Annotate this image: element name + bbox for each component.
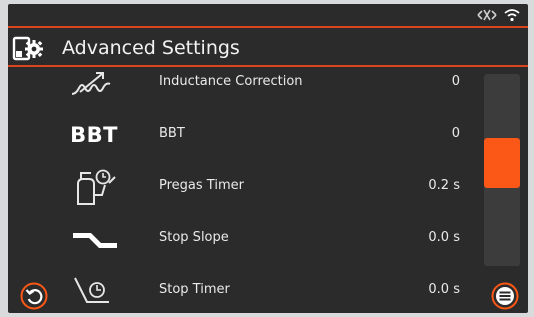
setting-label: Stop Timer <box>159 282 230 297</box>
bbt-icon-text: BBT <box>70 123 118 147</box>
stop-slope-icon <box>64 213 124 265</box>
menu-button[interactable] <box>491 282 519 310</box>
setting-label: Pregas Timer <box>159 178 244 193</box>
back-button[interactable] <box>20 282 48 310</box>
setting-row-stop-slope[interactable]: Stop Slope 0.0 s <box>8 213 478 265</box>
wifi-icon <box>504 7 520 26</box>
setting-value: 0.2 s <box>428 178 460 193</box>
title-top-divider <box>8 26 528 28</box>
setting-row-pregas-timer[interactable]: Pregas Timer 0.2 s <box>8 161 478 213</box>
device-screen: Advanced Settings Inductance Correction … <box>8 4 528 313</box>
bbt-icon: BBT <box>64 109 124 161</box>
status-bar <box>8 4 528 26</box>
scrollbar-track[interactable] <box>484 74 520 266</box>
pregas-timer-icon <box>64 161 124 213</box>
setting-row-stop-timer[interactable]: Stop Timer 0.0 s <box>8 265 478 313</box>
setting-label: Stop Slope <box>159 230 229 245</box>
stop-timer-icon <box>64 265 124 313</box>
back-icon <box>20 282 48 313</box>
setting-label: BBT <box>159 126 185 141</box>
scrollbar-thumb[interactable] <box>484 138 520 188</box>
bluetooth-icon <box>476 7 498 26</box>
setting-row-bbt[interactable]: BBT BBT 0 <box>8 109 478 161</box>
setting-label: Inductance Correction <box>159 74 303 89</box>
setting-value: 0 <box>451 74 460 89</box>
setting-value: 0 <box>451 126 460 141</box>
inductance-icon <box>64 57 124 109</box>
menu-icon <box>491 282 519 313</box>
setting-value: 0.0 s <box>428 230 460 245</box>
setting-row-inductance-correction[interactable]: Inductance Correction 0 <box>8 57 478 109</box>
setting-value: 0.0 s <box>428 282 460 297</box>
